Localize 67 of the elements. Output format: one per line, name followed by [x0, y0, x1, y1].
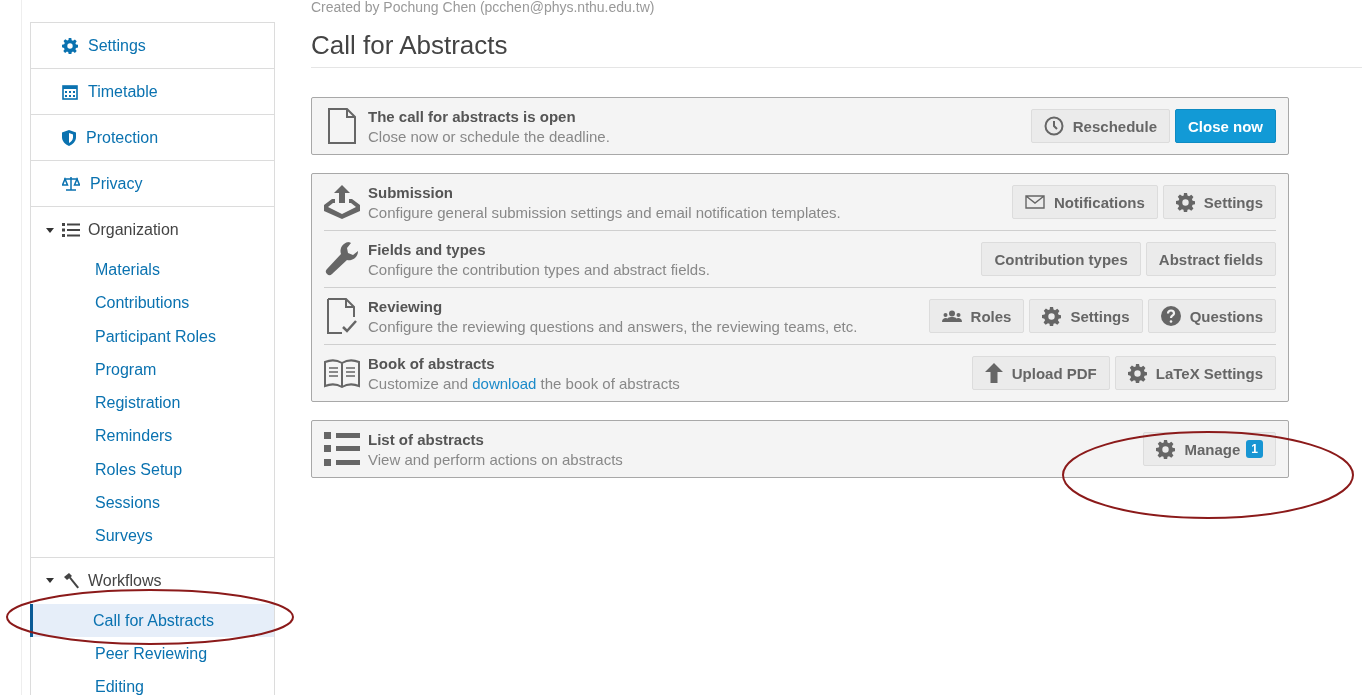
scales-icon [62, 175, 80, 192]
upload-tray-icon [324, 185, 360, 219]
action-button[interactable]: Upload PDF [971, 356, 1110, 390]
action-button[interactable]: Notifications [1011, 185, 1158, 219]
download-link[interactable]: download [472, 374, 537, 392]
action-button[interactable]: LaTeX Settings [1114, 356, 1276, 390]
sidebar-item[interactable]: Protection [31, 115, 274, 161]
list-icon [324, 432, 360, 466]
panel-description: Configure the contribution types and abstract fields. [368, 260, 711, 278]
sidebar-item[interactable]: Surveys [30, 519, 274, 553]
open-book-icon [324, 358, 360, 388]
shield-icon [62, 129, 76, 146]
action-button[interactable]: Settings [1029, 299, 1143, 333]
sidebar-item[interactable]: Registration [30, 386, 274, 420]
hammer-icon [62, 572, 80, 589]
panel-title: The call for abstracts is open [368, 107, 577, 125]
list-icon [62, 222, 80, 238]
panel-description: View and perform actions on abstracts [368, 450, 624, 468]
action-button[interactable]: Abstract fields [1145, 242, 1276, 276]
sidebar-item[interactable]: Roles Setup [30, 452, 274, 487]
sidebar-item[interactable]: Timetable [31, 69, 274, 115]
sidebar-item[interactable]: Peer Reviewing [30, 636, 274, 671]
sidebar-group[interactable]: Organization [31, 207, 274, 253]
up-arrow-icon [984, 363, 1003, 383]
action-button[interactable]: Reschedule [1030, 109, 1170, 143]
panel-description: Customize and download the book of abstracts [368, 374, 681, 392]
settings-icon [1127, 363, 1147, 383]
panel-title: Submission [368, 183, 454, 201]
wrench-icon [325, 241, 359, 277]
panel-title: Book of abstracts [368, 354, 496, 372]
page-title: Call for Abstracts [311, 30, 1362, 68]
sidebar-item[interactable]: Call for Abstracts [30, 603, 274, 637]
panel-description: Configure general submission settings and email notification templates. [368, 203, 842, 221]
count-badge: 1 [1246, 440, 1263, 458]
action-button[interactable]: Settings [1162, 185, 1276, 219]
action-button[interactable]: Roles [928, 299, 1025, 333]
panel-description: Configure the reviewing questions and answers, the reviewing teams, etc. [368, 317, 859, 335]
sidebar-item[interactable]: Privacy [31, 161, 274, 207]
panel-title: Reviewing [368, 297, 444, 315]
sidebar-item[interactable]: Sessions [30, 486, 274, 520]
action-button[interactable]: Manage 1 [1143, 432, 1276, 466]
clock-icon [1043, 116, 1064, 136]
panel-description: Close now or schedule the deadline. [368, 127, 611, 145]
settings-icon [1042, 306, 1062, 326]
document-icon [327, 108, 357, 144]
action-button[interactable]: Contribution types [981, 242, 1141, 276]
sidebar-item[interactable]: Participant Roles [30, 319, 274, 353]
primary-button[interactable]: Close now [1175, 109, 1276, 143]
settings-icon [1156, 439, 1176, 459]
author-line: Created by Pochung Chen (pcchen@phys.nthu.edu.tw) [311, 0, 656, 14]
sidebar-item[interactable]: Settings [31, 23, 274, 69]
sidebar-item[interactable]: Contributions [30, 286, 274, 320]
action-button[interactable]: Questions [1147, 299, 1276, 333]
sidebar-group[interactable]: Workflows [31, 557, 274, 604]
panel-title: Fields and types [368, 240, 487, 258]
settings-icon [62, 37, 78, 54]
sidebar-item[interactable]: Materials [30, 253, 274, 287]
document-check-icon [326, 298, 358, 334]
panel-title: List of abstracts [368, 430, 485, 448]
sidebar-item[interactable]: Editing [30, 670, 274, 695]
settings-icon [1175, 192, 1195, 212]
question-icon [1160, 306, 1181, 326]
sidebar-item[interactable]: Program [30, 352, 274, 387]
people-icon [941, 310, 962, 322]
sidebar-item[interactable]: Reminders [30, 419, 274, 453]
envelope-icon [1024, 195, 1045, 209]
calendar-icon [62, 83, 78, 100]
